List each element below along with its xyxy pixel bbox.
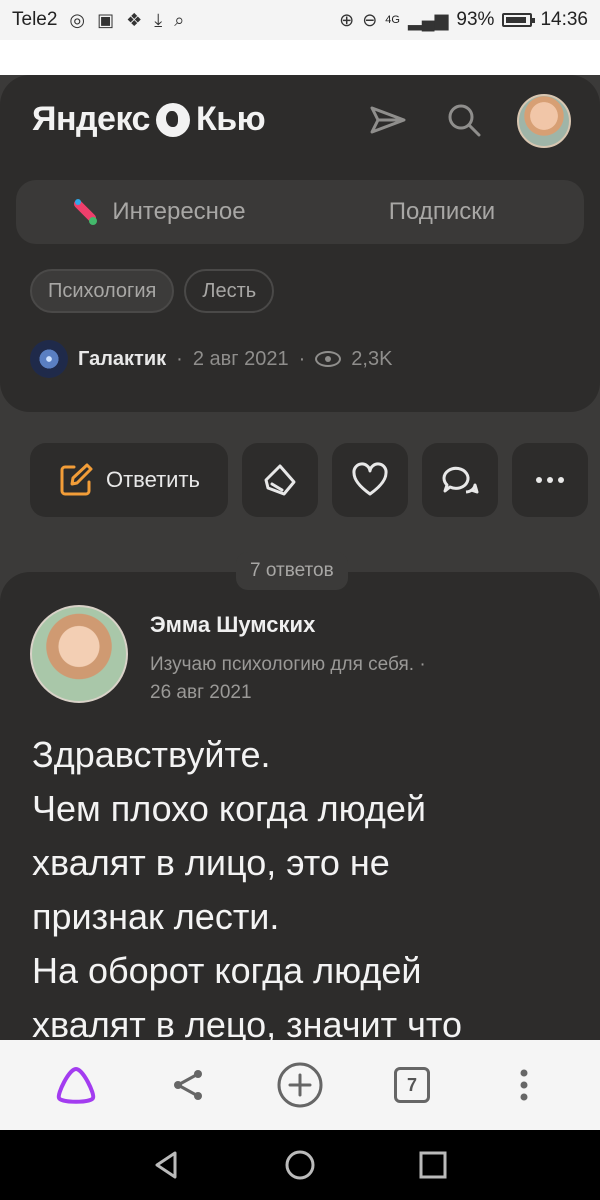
answer-line: хвалят в лицо, это не xyxy=(32,842,390,883)
add-icon xyxy=(277,1062,323,1108)
tabs-count: 7 xyxy=(406,1074,417,1095)
author-avatar[interactable] xyxy=(30,340,68,378)
tabs-icon: 7 xyxy=(394,1067,430,1103)
answer-line: Чем плохо когда людей xyxy=(32,788,426,829)
answer-author-meta: Изучаю психологию для себя. · 26 авг 202… xyxy=(150,651,490,707)
battery-icon xyxy=(502,13,536,27)
alice-button[interactable] xyxy=(46,1055,106,1115)
menu-dots-icon xyxy=(520,1069,528,1101)
clock: 14:36 xyxy=(540,9,588,30)
answer-author-avatar[interactable] xyxy=(30,605,128,703)
alarm-icon: ⊕ xyxy=(339,9,355,30)
search-icon[interactable] xyxy=(444,100,484,140)
like-button[interactable] xyxy=(332,443,408,517)
more-button[interactable] xyxy=(512,443,588,517)
dnd-icon: ⊖ xyxy=(362,9,378,30)
reply-label: Ответить xyxy=(105,467,201,492)
tab-interesting[interactable]: Интересное xyxy=(16,196,300,228)
answer-author-name[interactable]: Эмма Шумских xyxy=(150,612,315,638)
author-name[interactable]: Галактик xyxy=(78,348,166,371)
logo-text-right: Кью xyxy=(195,100,266,138)
tab-subscriptions-label: Подписки xyxy=(388,198,496,225)
paw-icon: ❖ xyxy=(126,9,143,30)
logo-text-left: Яндекс xyxy=(32,100,150,138)
recents-icon[interactable] xyxy=(415,1147,451,1183)
network-label: 4G xyxy=(385,14,400,26)
alice-icon xyxy=(56,1067,96,1104)
heart-icon xyxy=(352,462,388,496)
tab-interesting-label: Интересное xyxy=(112,198,246,225)
question-date: 2 авг 2021 xyxy=(192,347,289,370)
answer-author-bio: Изучаю психологию для себя. xyxy=(150,654,415,675)
more-icon xyxy=(536,477,564,483)
system-nav-bar xyxy=(0,1130,600,1200)
views-count: 2,3K xyxy=(351,347,393,370)
edit-icon xyxy=(60,463,93,496)
send-icon[interactable] xyxy=(368,100,408,140)
signal-icon: ▂▄▆ xyxy=(407,9,449,30)
q-logo-icon xyxy=(155,102,190,137)
comments-icon xyxy=(442,466,479,494)
new-tab-button[interactable] xyxy=(270,1055,330,1115)
answer-date: 26 авг 2021 xyxy=(150,682,252,703)
views-icon xyxy=(315,351,342,367)
feed-tabs: Интересное Подписки xyxy=(16,180,584,244)
top-spacer xyxy=(0,40,600,75)
tag-list: Психология Лесть xyxy=(30,269,275,313)
separator: · xyxy=(176,347,183,370)
status-bar: Tele2 ◎ ▣ ❖ ⤓ ⌕ ⊕ ⊖ 4G ▂▄▆ 93% 14:36 xyxy=(0,0,600,40)
comments-button[interactable] xyxy=(422,443,498,517)
back-icon[interactable] xyxy=(149,1147,185,1183)
answer-text: Здравствуйте. Чем плохо когда людей хвал… xyxy=(32,728,572,1052)
radio-icon: ◎ xyxy=(69,9,86,30)
menu-button[interactable] xyxy=(494,1055,554,1115)
answers-count-label: 7 ответов xyxy=(236,552,348,590)
image-icon: ▣ xyxy=(97,9,115,30)
browser-bottom-bar: 7 xyxy=(0,1040,600,1130)
tabs-button[interactable]: 7 xyxy=(382,1055,442,1115)
question-actions: Ответить xyxy=(30,443,588,517)
user-avatar[interactable] xyxy=(517,94,571,148)
yandex-q-logo[interactable]: Яндекс Кью xyxy=(32,100,266,139)
download-icon: ⤓ xyxy=(154,9,163,30)
separator: · xyxy=(419,654,426,675)
question-meta: Галактик · 2 авг 2021 · 2,3K xyxy=(30,340,392,378)
tab-subscriptions[interactable]: Подписки xyxy=(300,198,584,226)
separator: · xyxy=(298,347,306,370)
answer-line: На оборот когда людей xyxy=(32,950,422,991)
interesting-icon xyxy=(74,199,98,225)
home-icon[interactable] xyxy=(282,1147,318,1183)
tag-chip[interactable]: Лесть xyxy=(184,269,275,313)
upvote-button[interactable] xyxy=(242,443,318,517)
upvote-icon xyxy=(264,464,296,496)
share-button[interactable] xyxy=(158,1055,218,1115)
search-status-icon: ⌕ xyxy=(174,9,185,30)
answer-line: признак лести. xyxy=(32,896,280,937)
tag-chip[interactable]: Психология xyxy=(30,269,175,313)
share-icon xyxy=(174,1070,202,1100)
carrier-label: Tele2 xyxy=(12,9,58,30)
reply-button[interactable]: Ответить xyxy=(30,443,228,517)
battery-percent: 93% xyxy=(456,9,495,30)
answer-line: Здравствуйте. xyxy=(32,734,271,775)
